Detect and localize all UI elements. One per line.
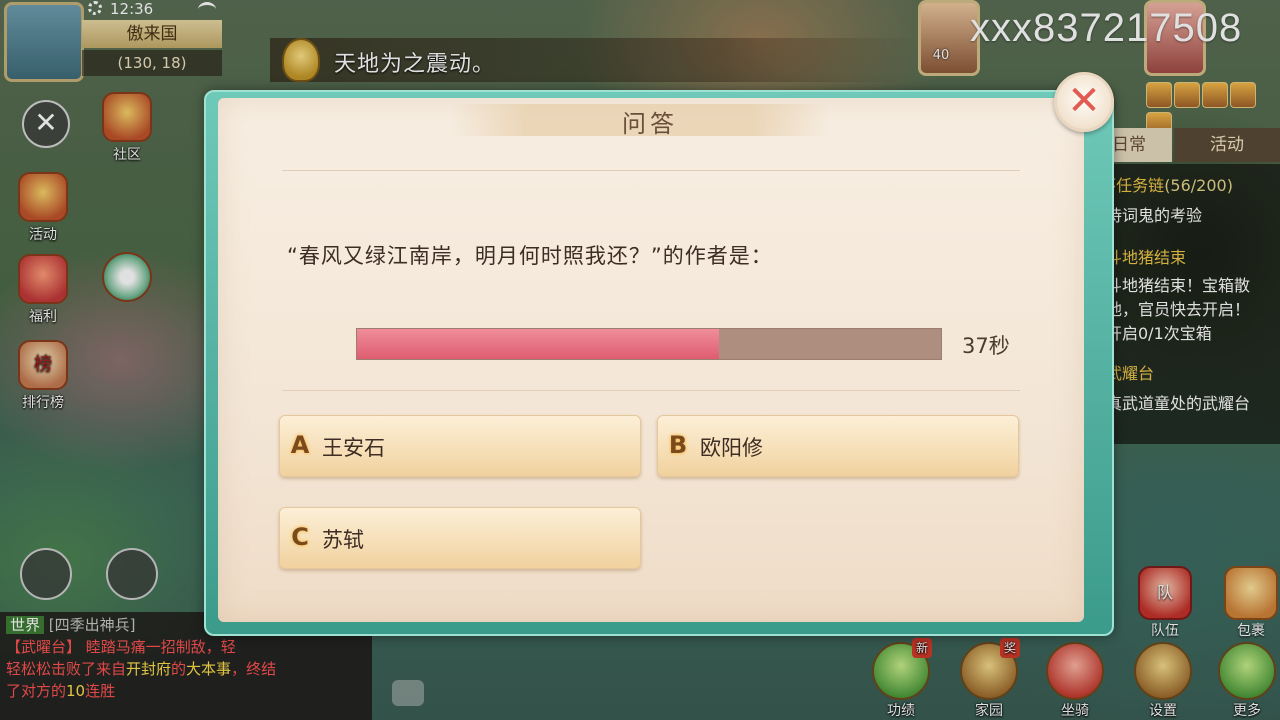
dialog-title: 问答 [622, 110, 678, 138]
option-text-c: 苏轼 [322, 528, 364, 552]
answer-option-b[interactable]: B 欧阳修 [657, 415, 1019, 477]
countdown-bar [356, 328, 942, 360]
divider [282, 170, 1020, 171]
option-letter-c: C [291, 523, 309, 551]
answer-option-c[interactable]: C 苏轼 [279, 507, 641, 569]
option-letter-b: B [668, 431, 688, 459]
countdown-text: 37秒 [962, 334, 1010, 358]
option-letter-a: A [290, 431, 310, 459]
option-text-b: 欧阳修 [700, 436, 763, 460]
option-text-a: 王安石 [322, 436, 385, 460]
divider [282, 390, 1020, 391]
countdown-bar-fill [357, 329, 720, 359]
answer-option-a[interactable]: A 王安石 [279, 415, 641, 477]
close-icon[interactable]: ✕ [1054, 72, 1114, 132]
quiz-question: “春风又绿江南岸，明月何时照我还？”的作者是： [287, 244, 773, 268]
